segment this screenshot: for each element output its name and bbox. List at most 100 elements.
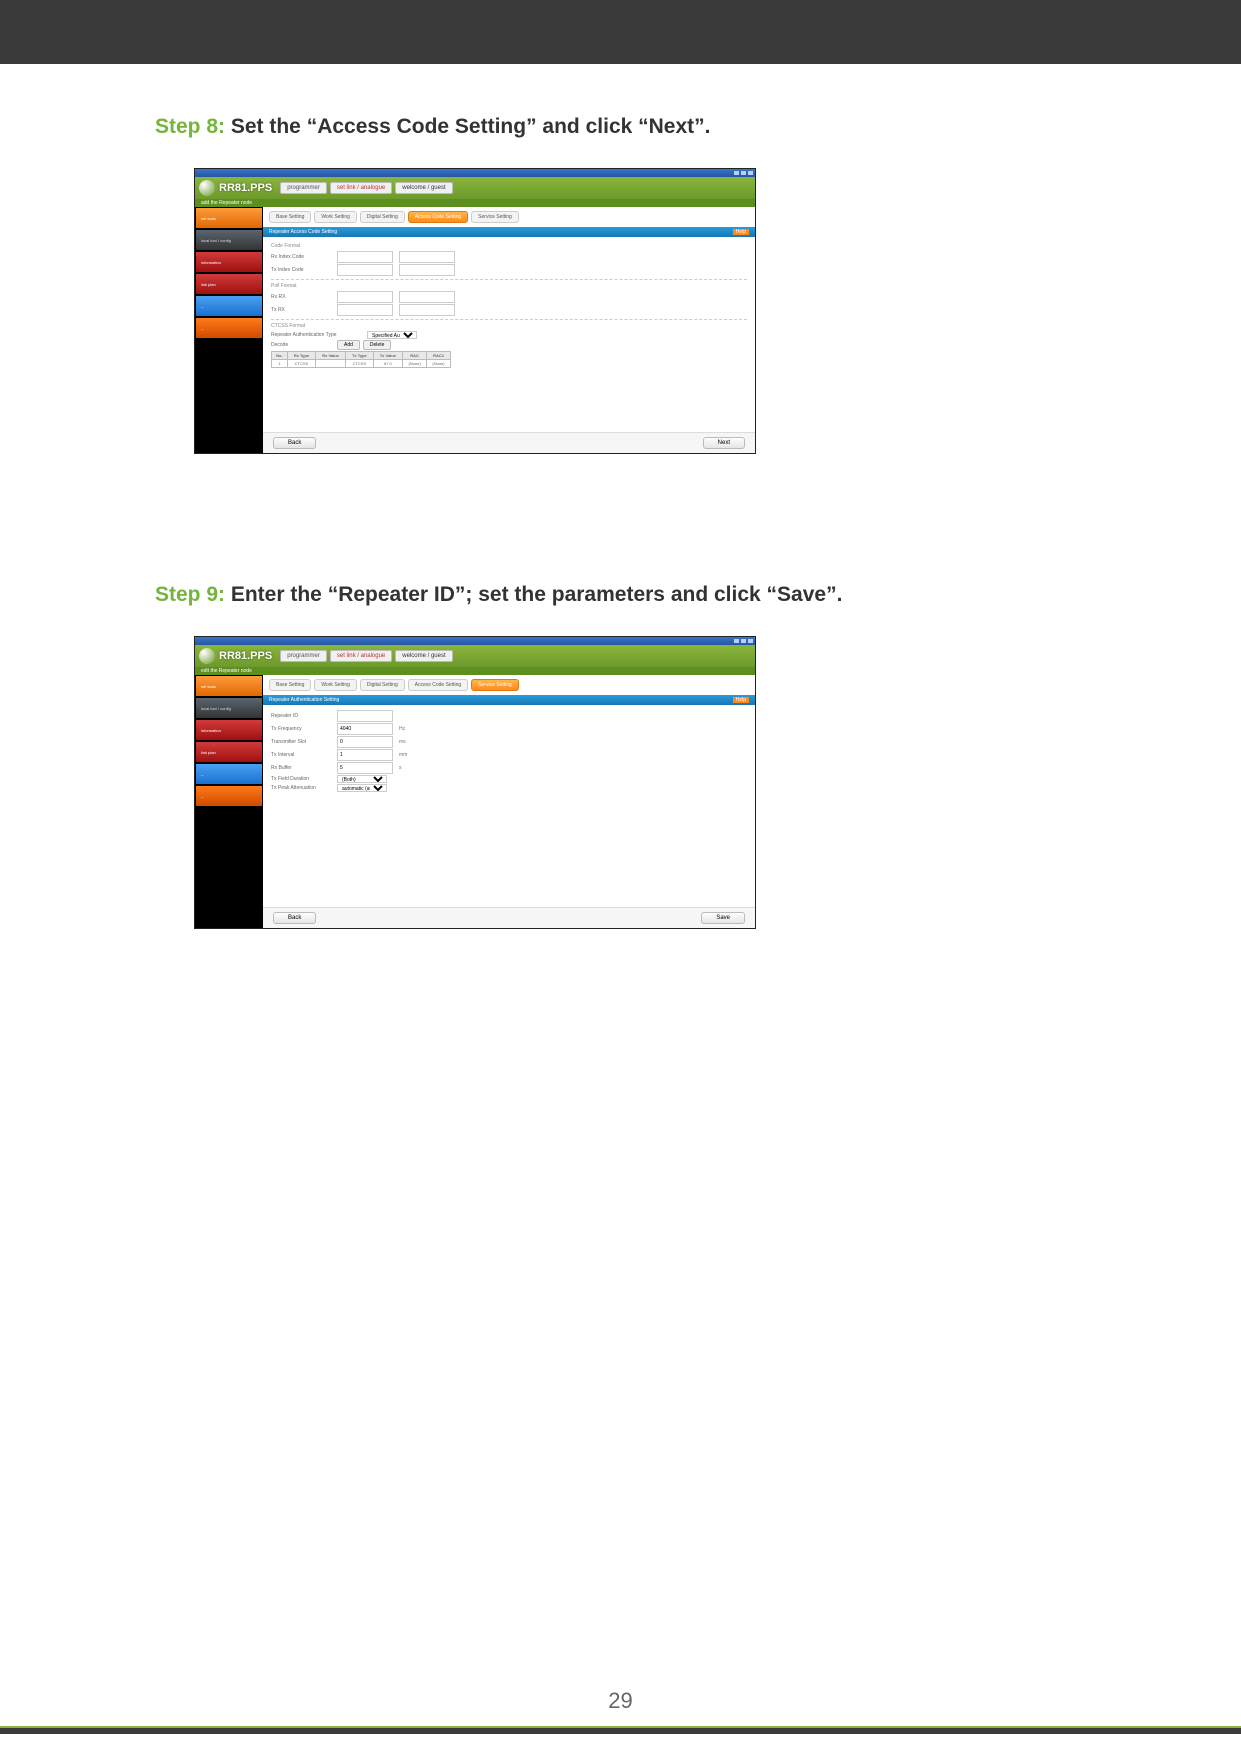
select-tx-peak-atten[interactable]: automatic (auto) bbox=[337, 784, 387, 792]
section-title: Repeater Authentication Setting bbox=[269, 697, 339, 703]
input-tx-interval[interactable] bbox=[337, 749, 393, 761]
tab-service[interactable]: Service Setting bbox=[471, 211, 519, 223]
sidebar-item-2[interactable]: information bbox=[196, 720, 262, 740]
page-top-bar bbox=[0, 0, 1241, 64]
header-button-program[interactable]: programmer bbox=[280, 182, 327, 194]
form-area-s8: Code Format Rx Index Code Tx Index Code … bbox=[263, 237, 755, 432]
tab-service[interactable]: Service Setting bbox=[471, 679, 519, 691]
step8-heading: Step 8: Set the “Access Code Setting” an… bbox=[155, 115, 1141, 139]
th-rac1: RAC1 bbox=[427, 352, 451, 360]
page-bottom-bar bbox=[0, 1728, 1241, 1734]
input-tx-index[interactable] bbox=[337, 264, 393, 276]
input-rx-index[interactable] bbox=[337, 251, 393, 263]
wizard-footer: Back Next bbox=[263, 432, 755, 453]
form-area-s9: Repeater ID Tx FrequencyHz Transmitter S… bbox=[263, 705, 755, 907]
th-rxtype: Rx Type bbox=[287, 352, 315, 360]
tab-work[interactable]: Work Setting bbox=[314, 211, 357, 223]
th-rac: RAC bbox=[403, 352, 427, 360]
app-header: RR81.PPS programmer set link / analogue … bbox=[195, 177, 755, 199]
input-tx-freq[interactable] bbox=[337, 723, 393, 735]
select-auth-type[interactable]: Specified Authentication bbox=[367, 331, 417, 339]
tab-base[interactable]: Base Setting bbox=[269, 211, 311, 223]
select-tx-field-dur[interactable]: (Both) bbox=[337, 775, 387, 783]
sidebar-item-0[interactable]: set tools bbox=[196, 208, 262, 228]
sidebar-item-5[interactable]: -- bbox=[196, 786, 262, 806]
delete-button[interactable]: Delete bbox=[363, 340, 391, 350]
page-number: 29 bbox=[0, 1688, 1241, 1714]
input-rx-buffer[interactable] bbox=[337, 762, 393, 774]
input-repeater-id[interactable] bbox=[337, 710, 393, 722]
header-button-user[interactable]: welcome / guest bbox=[395, 182, 452, 194]
label-decode: Decode bbox=[271, 342, 331, 348]
sidebar-item-4[interactable]: -- bbox=[196, 296, 262, 316]
tabs: Base Setting Work Setting Digital Settin… bbox=[263, 675, 755, 695]
th-no: No. bbox=[272, 352, 288, 360]
sidebar: set tools local tool / config informatio… bbox=[195, 207, 263, 453]
screenshot-step9: RR81.PPS programmer set link / analogue … bbox=[195, 637, 755, 928]
label-repeater-id: Repeater ID bbox=[271, 713, 331, 719]
help-button[interactable]: Help bbox=[733, 229, 749, 235]
app-logo: RR81.PPS bbox=[219, 650, 272, 662]
main-panel: Base Setting Work Setting Digital Settin… bbox=[263, 675, 755, 928]
label-tx-freq: Tx Frequency bbox=[271, 726, 331, 732]
label-rx-rx: Rx RX bbox=[271, 294, 331, 300]
tab-digital[interactable]: Digital Setting bbox=[360, 211, 405, 223]
input-tx-index2[interactable] bbox=[399, 264, 455, 276]
help-button[interactable]: Help bbox=[733, 697, 749, 703]
sidebar-item-3[interactable]: link plan bbox=[196, 274, 262, 294]
tab-access-code[interactable]: Access Code Setting bbox=[408, 679, 468, 691]
label-rx-index: Rx Index Code bbox=[271, 254, 331, 260]
label-tx-interval: Tx Interval bbox=[271, 752, 331, 758]
add-button[interactable]: Add bbox=[337, 340, 360, 350]
header-button-link[interactable]: set link / analogue bbox=[330, 182, 392, 194]
th-txval: Tx Value bbox=[373, 352, 402, 360]
header-button-user[interactable]: welcome / guest bbox=[395, 650, 452, 662]
tab-digital[interactable]: Digital Setting bbox=[360, 679, 405, 691]
sidebar-item-1[interactable]: local tool / config bbox=[196, 698, 262, 718]
sidebar-item-3[interactable]: link plan bbox=[196, 742, 262, 762]
tab-base[interactable]: Base Setting bbox=[269, 679, 311, 691]
input-rx-index2[interactable] bbox=[399, 251, 455, 263]
tab-access-code[interactable]: Access Code Setting bbox=[408, 211, 468, 223]
label-tx-peak-atten: Tx Peak Attenuation bbox=[271, 785, 331, 791]
input-tx-rx2[interactable] bbox=[399, 304, 455, 316]
section-bar: Repeater Authentication Setting Help bbox=[263, 695, 755, 705]
header-button-link[interactable]: set link / analogue bbox=[330, 650, 392, 662]
th-rxval: Rx Value bbox=[316, 352, 346, 360]
header-button-program[interactable]: programmer bbox=[280, 650, 327, 662]
sidebar-item-5[interactable]: -- bbox=[196, 318, 262, 338]
input-rx-rx2[interactable] bbox=[399, 291, 455, 303]
sidebar-item-1[interactable]: local tool / config bbox=[196, 230, 262, 250]
app-logo: RR81.PPS bbox=[219, 182, 272, 194]
tab-work[interactable]: Work Setting bbox=[314, 679, 357, 691]
step9-heading: Step 9: Enter the “Repeater ID”; set the… bbox=[155, 583, 1141, 607]
input-tx-rx[interactable] bbox=[337, 304, 393, 316]
group-ctcss-format: CTCSS Format bbox=[271, 323, 747, 329]
label-tx-field-dur: Tx Field Duration bbox=[271, 776, 331, 782]
label-tx-rx: Tx RX bbox=[271, 307, 331, 313]
step8-label: Step 8: bbox=[155, 115, 225, 138]
breadcrumb: edit the Repeater node bbox=[195, 667, 755, 675]
code-table: No. Rx Type Rx Value Tx Type Tx Value RA… bbox=[271, 351, 451, 368]
input-rx-rx[interactable] bbox=[337, 291, 393, 303]
step8-text: Set the “Access Code Setting” and click … bbox=[225, 115, 710, 138]
back-button[interactable]: Back bbox=[273, 437, 316, 449]
input-tx-slot[interactable] bbox=[337, 736, 393, 748]
main-panel: Base Setting Work Setting Digital Settin… bbox=[263, 207, 755, 453]
sidebar-item-2[interactable]: information bbox=[196, 252, 262, 272]
wizard-footer: Back Save bbox=[263, 907, 755, 928]
next-button[interactable]: Next bbox=[703, 437, 745, 449]
sidebar-item-0[interactable]: set tools bbox=[196, 676, 262, 696]
window-titlebar bbox=[195, 169, 755, 177]
sidebar-item-4[interactable]: -- bbox=[196, 764, 262, 784]
tabs: Base Setting Work Setting Digital Settin… bbox=[263, 207, 755, 227]
app-header: RR81.PPS programmer set link / analogue … bbox=[195, 645, 755, 667]
section-title: Repeater Access Code Setting bbox=[269, 229, 337, 235]
globe-icon bbox=[199, 180, 215, 196]
back-button[interactable]: Back bbox=[273, 912, 316, 924]
section-bar: Repeater Access Code Setting Help bbox=[263, 227, 755, 237]
label-auth-type: Repeater Authentication Type bbox=[271, 332, 361, 338]
label-tx-index: Tx Index Code bbox=[271, 267, 331, 273]
save-button[interactable]: Save bbox=[701, 912, 745, 924]
step9-label: Step 9: bbox=[155, 583, 225, 606]
